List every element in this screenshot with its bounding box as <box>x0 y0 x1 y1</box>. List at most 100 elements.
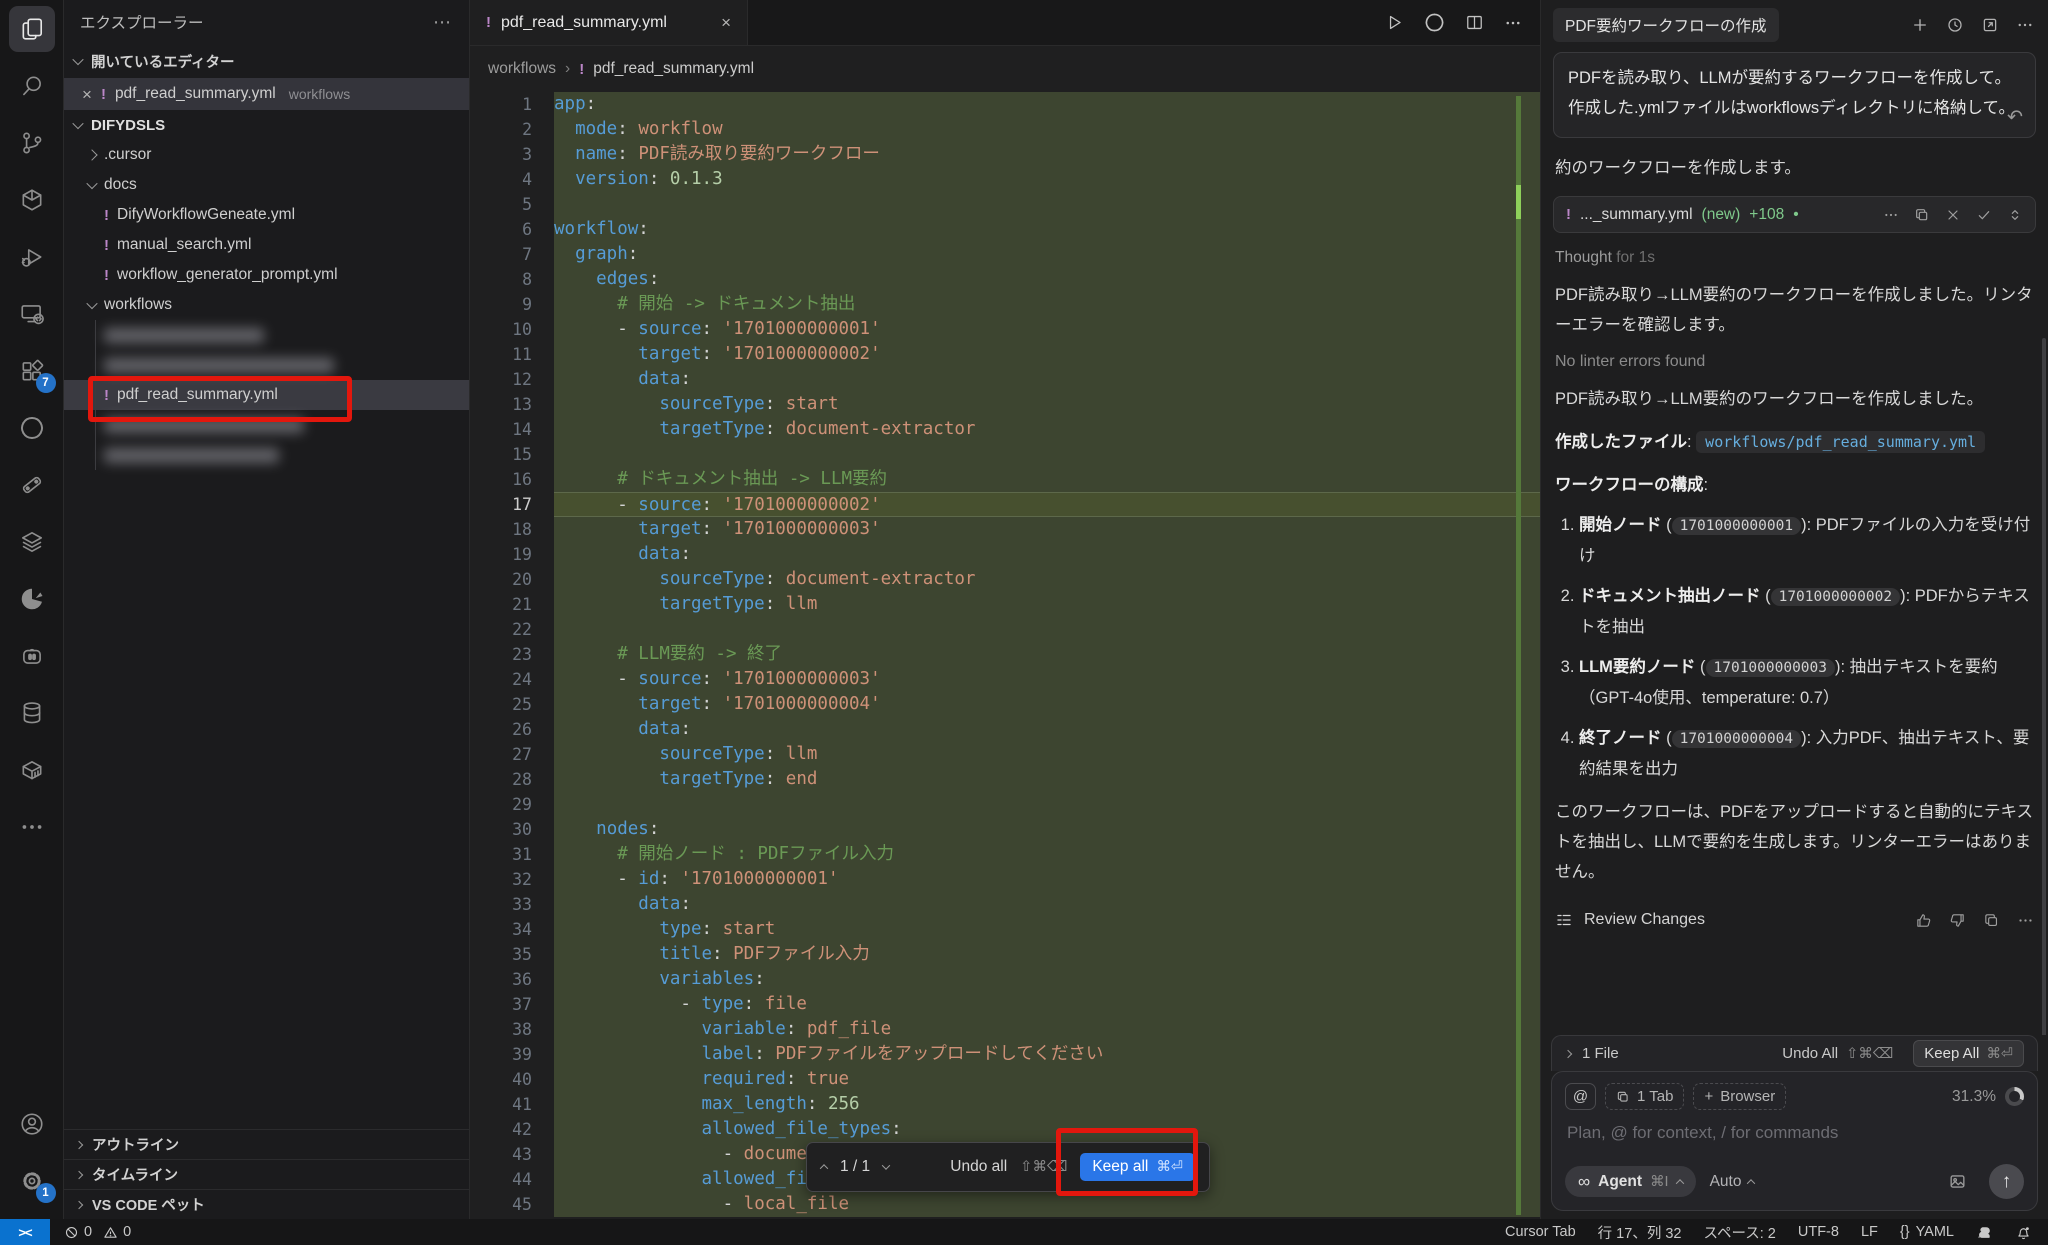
code-line[interactable]: 39 label: PDFファイルをアップロードしてください <box>470 1042 1540 1067</box>
remote-indicator[interactable]: >< <box>0 1219 50 1245</box>
code-line[interactable]: 1app: <box>470 92 1540 117</box>
user-message[interactable]: PDFを読み取り、LLMが要約するワークフローを作成して。作成した.ymlファイ… <box>1553 52 2036 138</box>
file-item-blurred[interactable] <box>64 350 469 380</box>
open-in-editor-icon[interactable] <box>1981 16 1999 34</box>
changed-file-chip[interactable]: ! ..._summary.yml (new) +108 • <box>1553 196 2036 233</box>
code-line[interactable]: 37 - type: file <box>470 992 1540 1017</box>
open-editors-section[interactable]: 開いているエディター <box>64 44 469 78</box>
folder-item-cursor[interactable]: .cursor <box>64 140 469 170</box>
problems-indicator[interactable]: 0 0 <box>64 1224 131 1240</box>
code-line[interactable]: 10 - source: '1701000000001' <box>470 317 1540 342</box>
copy-icon[interactable] <box>1983 912 2000 929</box>
explorer-more-icon[interactable]: ⋯ <box>433 12 453 33</box>
code-line[interactable]: 33 data: <box>470 892 1540 917</box>
folder-item-workflows[interactable]: workflows <box>64 290 469 320</box>
file-item-blurred[interactable] <box>64 440 469 470</box>
code-line[interactable]: 28 targetType: end <box>470 767 1540 792</box>
open-editor-item[interactable]: × ! pdf_read_summary.yml workflows <box>64 78 469 110</box>
activity-item-source-control[interactable] <box>0 114 64 171</box>
code-line[interactable]: 15 <box>470 442 1540 467</box>
code-line[interactable]: 21 targetType: llm <box>470 592 1540 617</box>
code-line[interactable]: 12 data: <box>470 367 1540 392</box>
add-context-button[interactable]: @ <box>1565 1083 1596 1110</box>
code-line[interactable]: 8 edges: <box>470 267 1540 292</box>
more-icon[interactable] <box>2017 912 2034 929</box>
activity-item-settings[interactable]: 1 <box>0 1152 64 1209</box>
activity-item-database[interactable] <box>0 684 64 741</box>
code-line[interactable]: 27 sourceType: llm <box>470 742 1540 767</box>
activity-item-package-cube[interactable] <box>0 171 64 228</box>
expand-collapse-icon[interactable] <box>2007 207 2023 223</box>
code-line[interactable]: 4 version: 0.1.3 <box>470 167 1540 192</box>
code-line[interactable]: 6workflow: <box>470 217 1540 242</box>
next-diff-icon[interactable] <box>882 1161 890 1169</box>
tab-pdf-read-summary[interactable]: ! pdf_read_summary.yml × <box>470 0 748 45</box>
code-line[interactable]: 19 data: <box>470 542 1540 567</box>
undo-all-button[interactable]: Undo All <box>1782 1045 1838 1062</box>
breadcrumb[interactable]: workflows › ! pdf_read_summary.yml <box>470 46 1540 92</box>
code-line[interactable]: 23 # LLM要約 -> 終了 <box>470 642 1540 667</box>
file-item-blurred[interactable] <box>64 410 469 440</box>
chat-title-tab[interactable]: PDF要約ワークフローの作成 <box>1553 8 1779 42</box>
activity-item-account[interactable] <box>0 1095 64 1152</box>
indentation-status[interactable]: スペース: 2 <box>1703 1222 1775 1243</box>
file-item-pdf_read_summaryyml[interactable]: !pdf_read_summary.yml <box>64 380 469 410</box>
activity-item-remote-explorer[interactable] <box>0 285 64 342</box>
code-line[interactable]: 40 required: true <box>470 1067 1540 1092</box>
code-line[interactable]: 16 # ドキュメント抽出 -> LLM要約 <box>470 467 1540 492</box>
diff-overview-marker[interactable] <box>1516 185 1521 219</box>
created-file-path[interactable]: workflows/pdf_read_summary.yml <box>1696 431 1985 453</box>
reject-icon[interactable] <box>1945 207 1961 223</box>
code-line[interactable]: 25 target: '1701000000004' <box>470 692 1540 717</box>
code-line[interactable]: 36 variables: <box>470 967 1540 992</box>
chat-input-box[interactable]: @ 1 Tab + Browser 31.3% Plan, @ for cont… <box>1551 1071 2038 1211</box>
undo-all-button[interactable]: Undo all <box>950 1158 1007 1176</box>
keep-all-button[interactable]: Keep All ⌘⏎ <box>1913 1040 2024 1067</box>
attach-image-button[interactable] <box>1948 1172 1967 1191</box>
more-icon[interactable] <box>2016 16 2034 34</box>
code-line[interactable]: 26 data: <box>470 717 1540 742</box>
code-line[interactable]: 35 title: PDFファイル入力 <box>470 942 1540 967</box>
tab-context-chip[interactable]: 1 Tab <box>1605 1083 1684 1110</box>
code-editor[interactable]: 1app:2 mode: workflow3 name: PDF読み取り要約ワー… <box>470 92 1540 1219</box>
browser-chip[interactable]: + Browser <box>1693 1083 1786 1110</box>
code-line[interactable]: 9 # 開始 -> ドキュメント抽出 <box>470 292 1540 317</box>
code-line[interactable]: 31 # 開始ノード : PDFファイル入力 <box>470 842 1540 867</box>
line-col-status[interactable]: 行 17、列 32 <box>1598 1222 1682 1243</box>
encoding-status[interactable]: UTF-8 <box>1798 1224 1839 1240</box>
cursor-tab-status[interactable]: Cursor Tab <box>1505 1224 1576 1240</box>
code-line[interactable]: 14 targetType: document-extractor <box>470 417 1540 442</box>
code-line[interactable]: 18 target: '1701000000003' <box>470 517 1540 542</box>
squirrel-icon[interactable] <box>1976 1224 1993 1241</box>
split-editor-icon[interactable] <box>1465 13 1484 32</box>
chat-scrollbar[interactable] <box>2042 338 2046 1035</box>
model-selector[interactable]: Auto <box>1710 1173 1755 1191</box>
copy-icon[interactable] <box>1914 207 1930 223</box>
send-button[interactable]: ↑ <box>1989 1164 2024 1199</box>
code-line[interactable]: 45 - local_file <box>470 1192 1540 1217</box>
keep-all-button[interactable]: Keep all ⌘⏎ <box>1080 1153 1195 1181</box>
code-line[interactable]: 32 - id: '1701000000001' <box>470 867 1540 892</box>
activity-item-plugin-diagonal[interactable] <box>0 456 64 513</box>
workspace-root[interactable]: DIFYDSLS <box>64 110 469 140</box>
code-line[interactable]: 13 sourceType: start <box>470 392 1540 417</box>
accept-icon[interactable] <box>1976 207 1992 223</box>
sidebar-section-アウトライン[interactable]: アウトライン <box>64 1129 469 1159</box>
code-line[interactable]: 30 nodes: <box>470 817 1540 842</box>
file-item-manual_searchyml[interactable]: !manual_search.yml <box>64 230 469 260</box>
file-item-blurred[interactable] <box>64 320 469 350</box>
thought-duration[interactable]: Thought for 1s <box>1555 249 2034 267</box>
new-chat-icon[interactable] <box>1911 16 1929 34</box>
activity-item-robot[interactable] <box>0 627 64 684</box>
close-icon[interactable]: × <box>721 14 731 31</box>
activity-item-run-debug[interactable] <box>0 228 64 285</box>
code-line[interactable]: 34 type: start <box>470 917 1540 942</box>
activity-item-openai[interactable] <box>0 399 64 456</box>
file-item-DifyWorkflowGeneateyml[interactable]: !DifyWorkflowGeneate.yml <box>64 200 469 230</box>
previous-diff-icon[interactable] <box>820 1164 828 1172</box>
code-line[interactable]: 22 <box>470 617 1540 642</box>
activity-item-more[interactable] <box>0 798 64 855</box>
restore-checkpoint-icon[interactable]: ↶ <box>2007 103 2023 133</box>
sidebar-section-タイムライン[interactable]: タイムライン <box>64 1159 469 1189</box>
code-line[interactable]: 17 - source: '1701000000002' <box>470 492 1540 517</box>
